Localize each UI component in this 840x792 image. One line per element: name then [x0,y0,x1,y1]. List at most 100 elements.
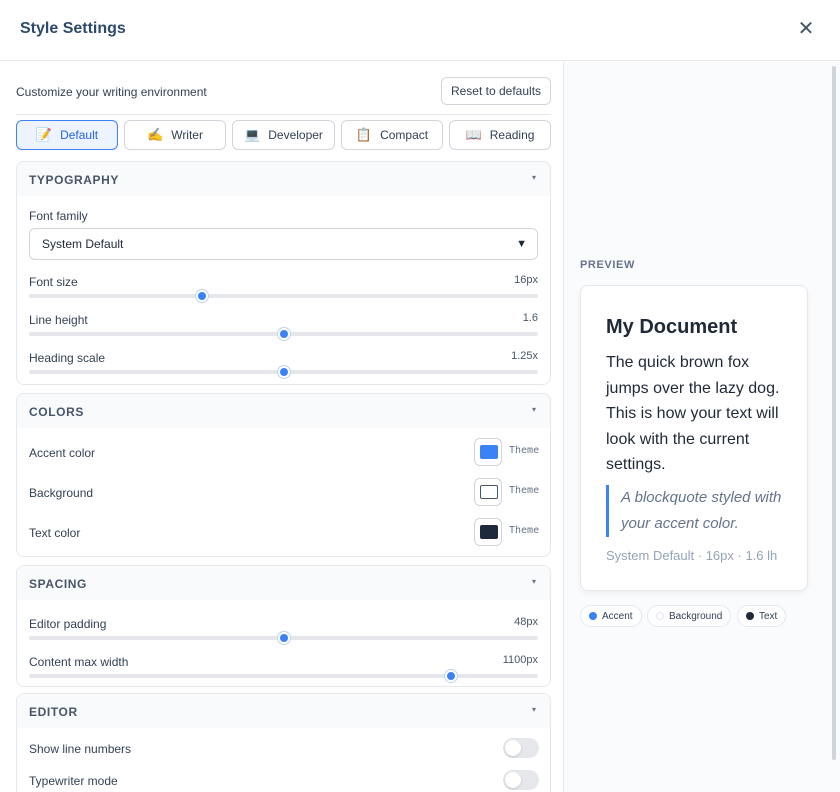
colors-section: COLORS ▾ Accent color Theme Background T… [16,393,551,557]
color-fill [480,525,498,539]
preset-developer-button[interactable]: 💻 Developer [232,120,335,150]
accent-color-label: Accent color [29,446,96,460]
accent-color-swatch[interactable] [474,438,502,466]
preset-default-button[interactable]: 📝 Default [16,120,118,150]
editor-padding-label: Editor padding [29,617,107,631]
text-color-label: Text color [29,526,81,540]
preview-blockquote: A blockquote styled with your accent col… [606,485,786,537]
font-size-value: 16px [514,274,538,286]
preset-label: Reading [489,128,535,142]
preview-doc-body: The quick brown fox jumps over the lazy … [606,354,780,473]
editor-section-header[interactable]: EDITOR ▾ [17,694,550,728]
legend-label: Text [759,610,778,622]
background-color-label: Background [29,486,94,500]
section-title: SPACING [29,577,87,591]
spacing-section-header[interactable]: SPACING ▾ [17,566,550,600]
legend-chip-text: Text [737,605,787,627]
slider-track [29,294,538,298]
spacing-section: SPACING ▾ Editor padding 48px Content ma… [16,565,551,687]
accent-dot-icon [589,612,597,620]
theme-tag: Theme [509,445,540,456]
section-title: TYPOGRAPHY [29,173,120,187]
preset-bar: 📝 Default ✍️ Writer 💻 Developer 📋 Compac… [16,120,551,150]
theme-tag: Theme [509,525,540,536]
preview-label: PREVIEW [580,259,635,271]
scrollbar[interactable] [832,66,836,760]
section-title: EDITOR [29,705,78,719]
font-family-select[interactable]: System Default ▼ [29,228,538,260]
preview-meta: System Default · 16px · 1.6 lh [606,548,778,563]
typewriter-mode-toggle[interactable] [503,770,539,790]
dialog-title: Style Settings [20,20,126,37]
slider-track [29,674,538,678]
show-line-numbers-label: Show line numbers [29,742,132,756]
typewriter-mode-label: Typewriter mode [29,774,118,788]
legend-label: Accent [602,610,633,622]
preview-panel: PREVIEW My Document The quick brown fox … [564,62,840,792]
clipboard-icon: 📋 [355,127,373,142]
show-line-numbers-toggle[interactable] [503,738,539,758]
settings-panel: Customize your writing environment Reset… [0,62,564,792]
heading-scale-value: 1.25x [511,350,538,362]
font-size-slider[interactable] [29,290,538,302]
editor-padding-value: 48px [514,616,538,628]
slider-thumb[interactable] [445,670,458,682]
preset-writer-button[interactable]: ✍️ Writer [124,120,226,150]
background-dot-icon [656,612,664,620]
slider-thumb[interactable] [277,632,290,644]
typography-section: TYPOGRAPHY ▾ Font family System Default … [16,161,551,385]
close-icon[interactable]: ✕ [796,19,816,39]
divider [16,114,551,115]
legend-label: Background [669,610,723,622]
preset-label: Default [60,128,99,142]
slider-thumb[interactable] [277,328,290,340]
editor-padding-slider[interactable] [29,632,538,644]
preview-doc-title: My Document [606,316,738,338]
writing-hand-icon: ✍️ [147,127,164,142]
reset-defaults-button[interactable]: Reset to defaults [441,77,551,105]
content-max-width-label: Content max width [29,655,129,669]
theme-tag: Theme [509,485,540,496]
font-family-value: System Default [42,237,124,251]
toggle-knob [505,740,521,756]
caret-down-icon: ▾ [531,405,536,414]
laptop-icon: 💻 [244,127,261,142]
line-height-label: Line height [29,313,88,327]
preset-reading-button[interactable]: 📖 Reading [449,120,551,150]
text-color-swatch[interactable] [474,518,502,546]
caret-down-icon: ▾ [531,705,536,714]
preset-compact-button[interactable]: 📋 Compact [341,120,443,150]
content-max-width-value: 1100px [502,654,538,666]
legend-chip-background: Background [647,605,732,627]
line-height-slider[interactable] [29,328,538,340]
colors-section-header[interactable]: COLORS ▾ [17,394,550,428]
font-family-label: Font family [29,209,88,223]
preset-label: Compact [380,128,429,142]
section-title: COLORS [29,405,84,419]
editor-section: EDITOR ▾ Show line numbers Typewriter mo… [16,693,551,792]
slider-thumb[interactable] [277,366,290,378]
settings-subtitle: Customize your writing environment [16,85,207,99]
dialog-header: Style Settings ✕ [0,0,840,61]
preset-label: Developer [268,128,323,142]
content-max-width-slider[interactable] [29,670,538,682]
slider-thumb[interactable] [196,290,209,302]
background-color-swatch[interactable] [474,478,502,506]
toggle-knob [505,772,521,788]
color-fill [480,445,498,459]
caret-down-icon: ▾ [531,173,536,182]
line-height-value: 1.6 [522,312,538,324]
font-size-label: Font size [29,275,78,289]
chevron-down-icon: ▼ [516,238,527,250]
color-fill [480,485,498,499]
legend-chip-accent: Accent [580,605,642,627]
preset-label: Writer [171,128,203,142]
heading-scale-label: Heading scale [29,351,106,365]
preview-card: My Document The quick brown fox jumps ov… [580,285,808,591]
text-dot-icon [746,612,754,620]
heading-scale-slider[interactable] [29,366,538,378]
memo-icon: 📝 [35,127,53,142]
open-book-icon: 📖 [465,127,482,142]
caret-down-icon: ▾ [531,577,536,586]
typography-section-header[interactable]: TYPOGRAPHY ▾ [17,162,550,196]
